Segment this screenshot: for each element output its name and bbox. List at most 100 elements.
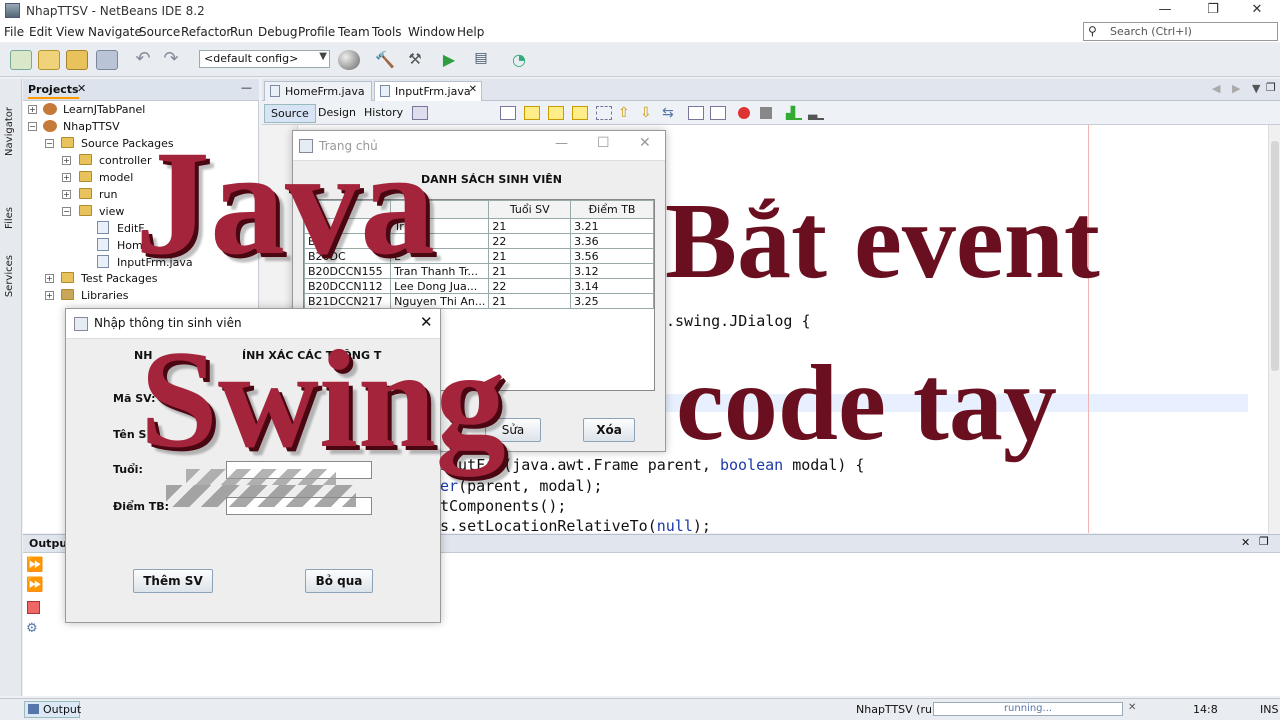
table-cell: 3.56 — [570, 248, 654, 264]
java-file-icon — [97, 221, 109, 234]
next-bookmark-icon[interactable]: ⇩ — [640, 105, 652, 121]
toggle-bookmark-icon[interactable]: ⇆ — [662, 105, 674, 121]
table-row[interactable]: B21DCCN217 Nguyen Thi An... 21 3.25 — [304, 293, 654, 309]
close-button[interactable]: ✕ — [639, 135, 651, 151]
stop-macro-icon[interactable] — [760, 107, 772, 119]
package-icon — [79, 205, 92, 216]
libraries-icon — [61, 289, 74, 300]
shift-left-icon[interactable] — [688, 106, 704, 120]
java-cup-icon — [74, 317, 88, 331]
menu-refactor[interactable]: Refactor — [181, 25, 231, 39]
debug-icon[interactable]: ▤ — [470, 50, 492, 70]
maximize-button[interactable]: ❐ — [1190, 0, 1236, 22]
menu-file[interactable]: File — [4, 25, 24, 39]
close-icon[interactable]: ✕ — [469, 84, 477, 95]
expand-icon[interactable]: + — [62, 156, 71, 165]
delete-button[interactable]: Xóa — [583, 418, 635, 442]
scroll-left-icon[interactable]: ◀ — [1212, 82, 1220, 95]
cancel-icon[interactable]: ✕ — [1128, 702, 1136, 713]
tree-item-run[interactable]: run — [99, 188, 117, 201]
search-input[interactable]: ⚲ Search (Ctrl+I) — [1083, 22, 1278, 41]
settings-icon[interactable]: ⚙ — [26, 621, 38, 636]
expand-icon[interactable]: + — [62, 173, 71, 182]
maximize-icon[interactable]: ❐ — [1259, 535, 1269, 548]
open-project-icon[interactable] — [66, 50, 88, 70]
menu-source[interactable]: Source — [139, 25, 180, 39]
navigator-tab[interactable]: Navigator — [4, 107, 15, 156]
progress-bar[interactable]: running... — [933, 702, 1123, 716]
chart-icon[interactable]: ▟ — [786, 106, 802, 120]
expand-icon[interactable]: + — [45, 291, 54, 300]
minimize-button[interactable]: — — [1142, 0, 1188, 22]
tree-item-view[interactable]: view — [99, 205, 124, 218]
tree-item-learnjtabpanel[interactable]: LearnJTabPanel — [63, 103, 145, 116]
find-icon[interactable] — [500, 106, 516, 120]
minimize-button[interactable]: — — [555, 136, 568, 151]
redo-icon[interactable]: ↷ — [160, 50, 182, 70]
files-tab[interactable]: Files — [4, 207, 15, 229]
shift-right-icon[interactable] — [710, 106, 726, 120]
find-next-icon[interactable] — [548, 106, 564, 120]
close-icon[interactable]: ✕ — [1241, 536, 1250, 549]
prev-bookmark-icon[interactable]: ⇧ — [618, 105, 630, 121]
build-icon[interactable]: 🔨 — [374, 50, 396, 70]
profile-icon[interactable]: ◔ — [508, 50, 530, 70]
menu-team[interactable]: Team — [338, 25, 370, 39]
menu-profile[interactable]: Profile — [298, 25, 335, 39]
menu-navigate[interactable]: Navigate — [88, 25, 142, 39]
find-prev-icon[interactable] — [524, 106, 540, 120]
table-header[interactable]: Tuổi SV — [488, 200, 572, 219]
find-selection-icon[interactable] — [572, 106, 588, 120]
back-icon[interactable] — [412, 106, 428, 120]
toggle-highlight-icon[interactable] — [596, 106, 612, 120]
close-button[interactable]: ✕ — [1234, 0, 1280, 22]
bars-icon[interactable]: ▃ — [808, 106, 824, 120]
projects-title[interactable]: Projects — [28, 83, 79, 99]
expand-icon[interactable]: + — [62, 190, 71, 199]
collapse-icon[interactable]: − — [62, 207, 71, 216]
menu-help[interactable]: Help — [457, 25, 484, 39]
config-select[interactable]: <default config> ▼ — [199, 50, 330, 68]
collapse-icon[interactable]: − — [45, 139, 54, 148]
tab-homefrm[interactable]: HomeFrm.java — [264, 81, 372, 101]
collapse-icon[interactable]: − — [28, 122, 37, 131]
record-macro-icon[interactable] — [738, 107, 750, 119]
chevron-down-icon[interactable]: ▼ — [1252, 82, 1260, 95]
menu-debug[interactable]: Debug — [258, 25, 297, 39]
maximize-icon[interactable]: ❐ — [1266, 81, 1276, 94]
menu-tools[interactable]: Tools — [372, 25, 402, 39]
menu-run[interactable]: Run — [230, 25, 253, 39]
netbeans-logo-icon — [5, 3, 20, 18]
table-header[interactable]: Điểm TB — [570, 200, 654, 219]
tree-item-libraries[interactable]: Libraries — [81, 289, 129, 302]
package-icon — [79, 171, 92, 182]
menu-view[interactable]: View — [56, 25, 84, 39]
maximize-button[interactable]: ☐ — [597, 135, 610, 151]
rerun-icon[interactable]: ⏩ — [26, 557, 43, 573]
services-tab[interactable]: Services — [4, 255, 15, 297]
menu-window[interactable]: Window — [408, 25, 455, 39]
run-icon[interactable]: ▶ — [438, 50, 460, 70]
globe-icon[interactable] — [338, 50, 360, 70]
new-project-icon[interactable] — [38, 50, 60, 70]
menu-edit[interactable]: Edit — [29, 25, 52, 39]
vertical-scrollbar[interactable] — [1268, 125, 1280, 533]
expand-icon[interactable]: + — [45, 274, 54, 283]
tree-item-model[interactable]: model — [99, 171, 133, 184]
undo-icon[interactable]: ↶ — [132, 50, 154, 70]
expand-icon[interactable]: + — [28, 105, 37, 114]
rerun-with-args-icon[interactable]: ⏩ — [26, 577, 43, 593]
scroll-right-icon[interactable]: ▶ — [1232, 82, 1240, 95]
stop-icon[interactable] — [27, 601, 40, 614]
tab-inputfrm[interactable]: InputFrm.java ✕ — [374, 81, 482, 101]
minimize-icon[interactable]: — — [241, 81, 252, 94]
scrollbar-thumb[interactable] — [1271, 141, 1279, 371]
save-all-icon[interactable] — [96, 50, 118, 70]
tree-item-nhapttsv[interactable]: NhapTTSV — [63, 120, 120, 133]
close-icon[interactable]: ✕ — [77, 82, 86, 95]
new-file-icon[interactable] — [10, 50, 32, 70]
skip-button[interactable]: Bỏ qua — [305, 569, 373, 593]
clean-build-icon[interactable]: ⚒ — [404, 50, 426, 70]
output-status-tab[interactable]: Output — [24, 701, 81, 718]
add-student-button[interactable]: Thêm SV — [133, 569, 213, 593]
